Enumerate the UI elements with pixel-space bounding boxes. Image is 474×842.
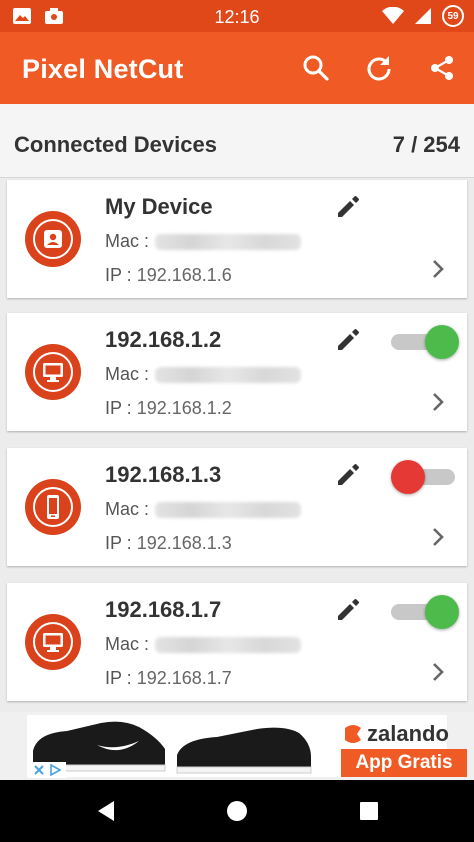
battery-icon: 59 — [442, 5, 464, 27]
ad-close-icon[interactable] — [33, 764, 45, 776]
device-count: 7 / 254 — [392, 132, 460, 157]
zalando-logo-icon — [345, 725, 361, 743]
search-icon[interactable] — [302, 54, 330, 82]
device-avatar — [25, 344, 81, 400]
device-ip: IP : 192.168.1.2 — [105, 398, 232, 419]
signal-icon — [415, 8, 431, 24]
ad-content[interactable]: zalando App Gratis — [27, 715, 467, 777]
chevron-right-icon[interactable] — [431, 526, 445, 548]
mac-label: Mac : — [105, 499, 150, 519]
device-card[interactable]: 192.168.1.7 Mac : IP : 192.168.1.7 — [7, 583, 467, 701]
mac-redacted — [155, 501, 302, 518]
chevron-right-icon[interactable] — [431, 391, 445, 413]
phone-icon — [47, 495, 59, 519]
ip-label: IP : — [105, 668, 132, 688]
device-avatar — [25, 211, 81, 267]
ip-value: 192.168.1.2 — [136, 398, 232, 418]
ip-label: IP : — [105, 533, 132, 553]
ip-value: 192.168.1.3 — [136, 533, 232, 553]
ad-brand: zalando — [367, 721, 449, 746]
battery-level: 59 — [447, 10, 459, 22]
device-mac: Mac : — [105, 231, 302, 252]
refresh-icon[interactable] — [365, 54, 393, 82]
device-name: My Device — [105, 194, 213, 219]
wifi-icon — [382, 7, 404, 24]
chevron-right-icon[interactable] — [431, 661, 445, 683]
ad-brand-logo: zalando — [343, 721, 449, 747]
ip-label: IP : — [105, 398, 132, 418]
device-card[interactable]: 192.168.1.2 Mac : IP : 192.168.1.2 — [7, 313, 467, 431]
connected-devices-header: Connected Devices 7 / 254 — [0, 104, 474, 178]
device-avatar — [25, 614, 81, 670]
device-ip: IP : 192.168.1.3 — [105, 533, 232, 554]
mac-label: Mac : — [105, 231, 150, 251]
device-ip: IP : 192.168.1.6 — [105, 265, 232, 286]
ip-label: IP : — [105, 265, 132, 285]
monitor-icon — [43, 363, 63, 382]
mac-redacted — [155, 636, 302, 653]
device-mac: Mac : — [105, 364, 302, 385]
ad-cta-button[interactable]: App Gratis — [341, 749, 467, 777]
device-mac: Mac : — [105, 634, 302, 655]
connected-devices-label: Connected Devices — [14, 132, 217, 157]
mac-redacted — [155, 233, 302, 250]
ad-info-icon[interactable] — [49, 764, 61, 776]
device-name: 192.168.1.2 — [105, 327, 222, 352]
ip-value: 192.168.1.6 — [136, 265, 232, 285]
share-icon[interactable] — [428, 54, 456, 82]
app-bar: Pixel NetCut — [0, 32, 474, 104]
status-bar: 12:16 59 — [0, 0, 474, 32]
device-avatar — [25, 479, 81, 535]
mac-label: Mac : — [105, 634, 150, 654]
edit-icon[interactable] — [335, 194, 361, 220]
device-name: 192.168.1.3 — [105, 462, 222, 487]
block-toggle[interactable] — [387, 595, 459, 629]
shoe-image — [32, 721, 312, 774]
ad-choices-icon[interactable] — [28, 762, 66, 778]
edit-icon[interactable] — [335, 462, 361, 488]
ad-banner[interactable]: zalando App Gratis — [0, 712, 474, 780]
block-toggle[interactable] — [387, 325, 459, 359]
device-card[interactable]: My Device Mac : IP : 192.168.1.6 — [7, 180, 467, 298]
block-toggle[interactable] — [387, 460, 459, 494]
recents-icon[interactable] — [356, 798, 382, 824]
edit-icon[interactable] — [335, 327, 361, 353]
app-title: Pixel NetCut — [22, 54, 184, 84]
system-nav-bar — [0, 780, 474, 842]
person-icon — [44, 230, 62, 248]
edit-icon[interactable] — [335, 597, 361, 623]
mac-label: Mac : — [105, 364, 150, 384]
chevron-right-icon[interactable] — [431, 258, 445, 280]
monitor-icon — [43, 633, 63, 652]
device-mac: Mac : — [105, 499, 302, 520]
home-icon[interactable] — [224, 798, 250, 824]
back-icon[interactable] — [94, 798, 120, 824]
device-card[interactable]: 192.168.1.3 Mac : IP : 192.168.1.3 — [7, 448, 467, 566]
device-name: 192.168.1.7 — [105, 597, 222, 622]
ip-value: 192.168.1.7 — [136, 668, 232, 688]
mac-redacted — [155, 366, 302, 383]
device-ip: IP : 192.168.1.7 — [105, 668, 232, 689]
